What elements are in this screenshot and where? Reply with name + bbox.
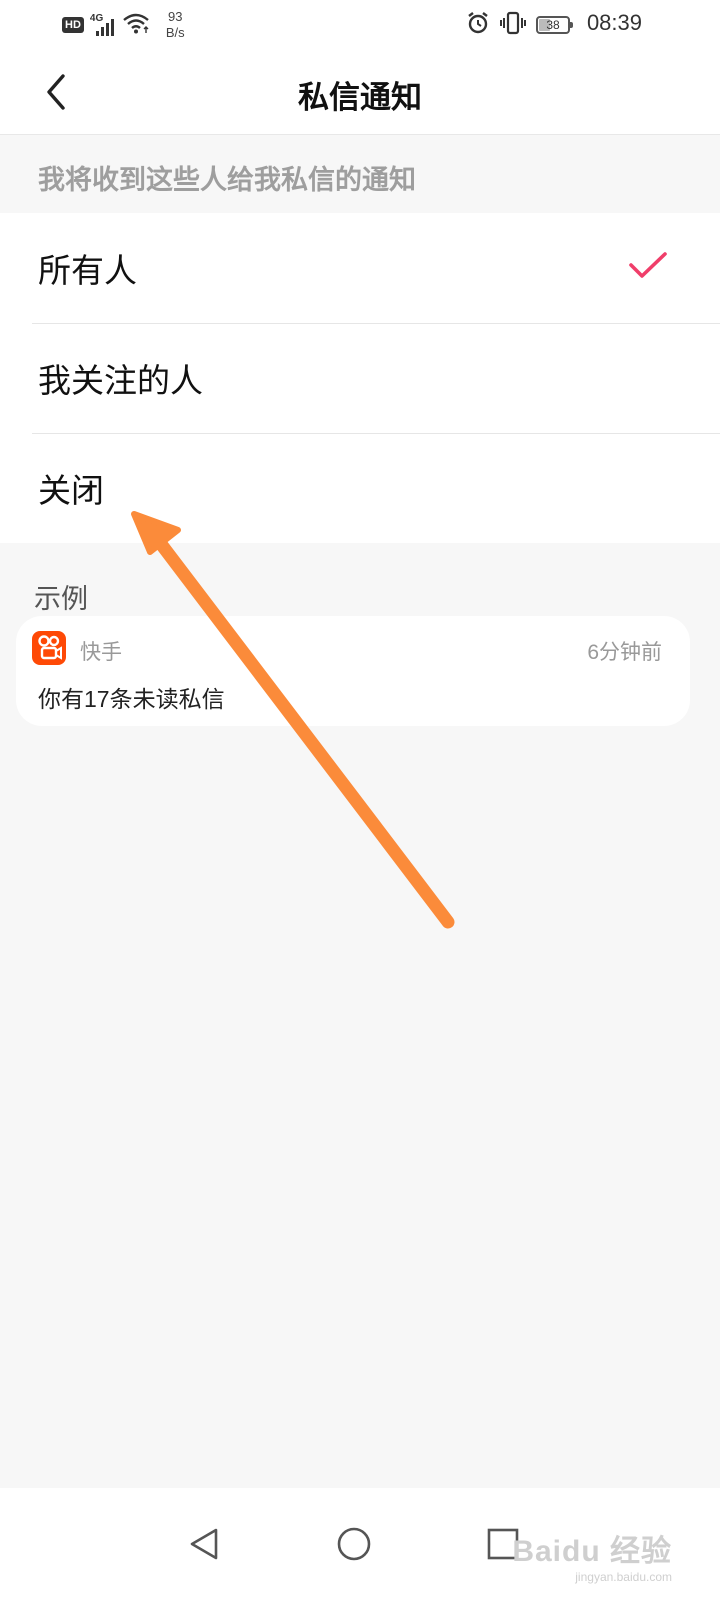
app-name: 快手	[80, 641, 122, 664]
option-label: 所有人	[38, 251, 137, 290]
battery-level: 38	[546, 18, 560, 32]
option-label: 我关注的人	[38, 361, 203, 400]
speed-unit: B/s	[165, 25, 185, 40]
notification-preview-card: 快手 6分钟前 你有17条未读私信	[16, 616, 690, 726]
kuaishou-app-icon	[32, 631, 66, 665]
battery-icon: 38	[536, 16, 573, 34]
status-bar: HD 4G 93 B/s 38 08:39	[0, 0, 720, 50]
wifi-icon	[122, 12, 150, 38]
page-title: 私信通知	[298, 80, 422, 116]
home-circle-icon[interactable]	[334, 1524, 374, 1564]
baidu-watermark: Baidu 经验 jingyan.baidu.com	[512, 1526, 672, 1584]
status-time: 08:39	[586, 10, 642, 35]
alarm-icon	[466, 11, 490, 39]
hd-icon: HD	[62, 17, 84, 33]
example-label: 示例	[34, 584, 88, 615]
notification-message: 你有17条未读私信	[38, 686, 225, 712]
watermark-sub: jingyan.baidu.com	[575, 1570, 672, 1584]
header: 私信通知	[0, 50, 720, 135]
checkmark-icon	[629, 252, 667, 278]
option-everyone[interactable]: 所有人	[0, 213, 720, 323]
notification-time: 6分钟前	[587, 641, 662, 664]
back-triangle-icon[interactable]	[184, 1524, 224, 1564]
vibrate-icon	[500, 11, 526, 39]
watermark-main: Baidu 经验	[512, 1535, 672, 1568]
status-right: 38	[466, 8, 573, 42]
option-following[interactable]: 我关注的人	[0, 323, 720, 433]
option-label: 关闭	[38, 471, 104, 510]
section-hint: 我将收到这些人给我私信的通知	[38, 165, 416, 196]
navigation-bar: Baidu 经验 jingyan.baidu.com	[0, 1488, 720, 1600]
signal-icon: 4G	[90, 13, 116, 37]
option-off[interactable]: 关闭	[0, 433, 720, 543]
notification-options: 所有人 我关注的人 关闭	[0, 213, 720, 543]
speed-value: 93	[168, 9, 183, 24]
status-left: HD 4G 93 B/s	[62, 6, 185, 44]
network-speed: 93 B/s	[166, 9, 185, 41]
